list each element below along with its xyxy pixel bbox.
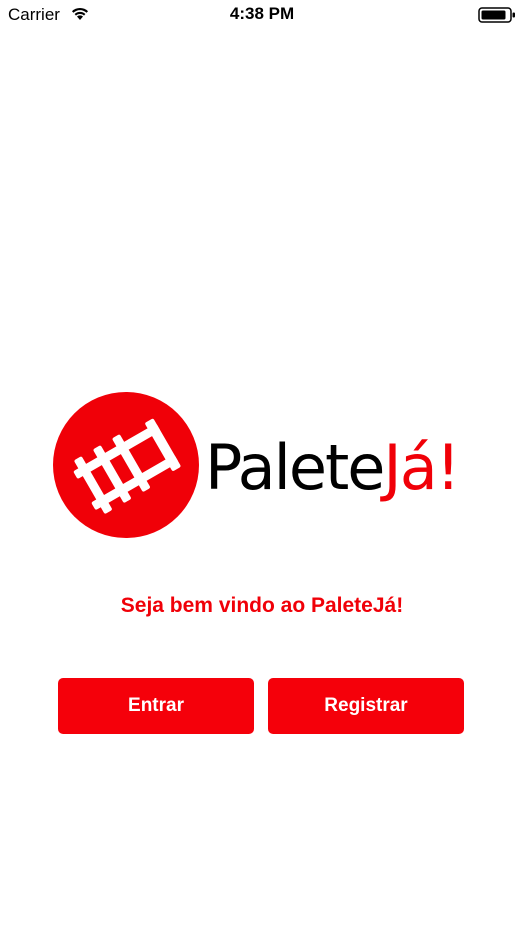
brand-name-part1: Palete <box>205 431 385 504</box>
status-bar: Carrier 4:38 PM <box>0 0 524 32</box>
status-time: 4:38 PM <box>229 4 295 23</box>
brand-name-part2: Já! <box>383 431 460 504</box>
battery-icon <box>478 7 515 23</box>
pallet-icon <box>53 392 199 538</box>
brand-wordmark: PaleteJá! <box>205 428 461 508</box>
register-button[interactable]: Registrar <box>268 678 464 734</box>
enter-button[interactable]: Entrar <box>58 678 254 734</box>
welcome-message: Seja bem vindo ao PaleteJá! <box>120 594 404 617</box>
app-logo: PaleteJá! <box>53 392 473 538</box>
